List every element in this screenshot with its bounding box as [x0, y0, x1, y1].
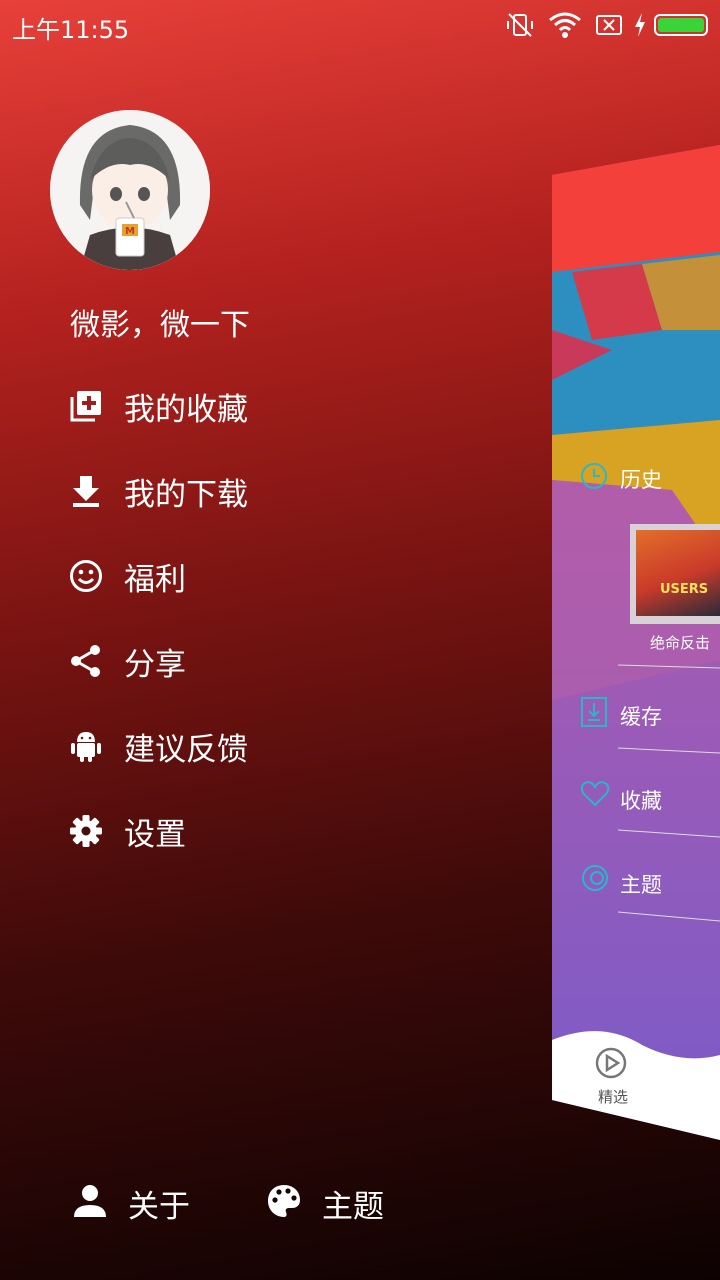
heart-icon	[580, 781, 610, 807]
username: 微影，微一下	[70, 308, 250, 343]
theme-button[interactable]: 主题	[266, 1175, 384, 1231]
gear-icon	[68, 813, 104, 849]
download-box-icon	[581, 697, 607, 727]
menu-item-label: 分享	[124, 646, 186, 683]
download-icon	[68, 473, 104, 509]
avatar[interactable]: M	[50, 110, 210, 270]
theme-menu-label[interactable]: 主题	[620, 869, 662, 899]
history-item-title[interactable]: 绝命反击	[650, 632, 710, 653]
share-icon	[68, 643, 104, 679]
theme-circle-icon	[582, 865, 608, 891]
menu-item-share[interactable]: 分享	[68, 631, 468, 691]
smiley-icon	[68, 558, 104, 594]
menu-item-label: 设置	[124, 816, 186, 853]
menu-item-downloads[interactable]: 我的下载	[68, 461, 468, 521]
menu-item-label: 福利	[124, 561, 186, 598]
palette-icon	[266, 1183, 302, 1223]
history-poster[interactable]: USERS	[630, 524, 720, 624]
history-label[interactable]: 历史	[620, 464, 662, 494]
tab-featured-label[interactable]: 精选	[598, 1086, 628, 1107]
menu-item-label: 我的收藏	[124, 391, 248, 428]
favorites-label[interactable]: 收藏	[620, 785, 662, 815]
menu-item-favorites[interactable]: 我的收藏	[68, 376, 468, 436]
clock-icon	[581, 463, 607, 489]
menu-item-label: 建议反馈	[124, 731, 248, 768]
avatar-illustration: M	[50, 110, 210, 270]
main-content-panel[interactable]: 历史 USERS 绝命反击 缓存 收藏 主题 精选	[552, 140, 720, 1140]
about-button[interactable]: 关于	[72, 1175, 190, 1231]
person-icon	[72, 1183, 108, 1223]
theme-label: 主题	[322, 1188, 384, 1225]
no-sim-icon	[596, 15, 622, 35]
about-label: 关于	[128, 1188, 190, 1225]
battery-icon	[654, 14, 708, 36]
menu-item-welfare[interactable]: 福利	[68, 546, 468, 606]
poster-title: USERS	[660, 582, 709, 597]
charging-icon	[635, 13, 645, 37]
status-time: 上午11:55	[12, 16, 130, 44]
wifi-icon	[549, 12, 581, 38]
cache-label[interactable]: 缓存	[620, 701, 662, 731]
menu-item-feedback[interactable]: 建议反馈	[68, 716, 468, 776]
poster-image	[636, 530, 720, 616]
menu-item-settings[interactable]: 设置	[68, 801, 468, 861]
play-circle-icon	[595, 1047, 627, 1079]
menu-item-label: 我的下载	[124, 476, 248, 513]
vibrate-off-icon	[507, 13, 533, 37]
android-icon	[68, 728, 104, 764]
library-add-icon	[68, 388, 104, 424]
svg-text:M: M	[125, 226, 135, 237]
